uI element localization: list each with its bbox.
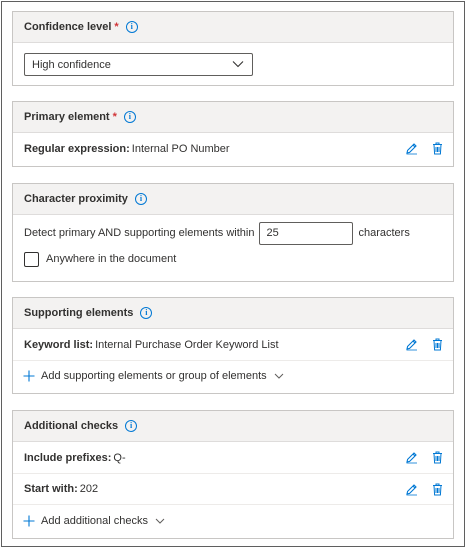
supporting-element-label: Keyword list: bbox=[24, 338, 94, 351]
proximity-characters-value: 25 bbox=[266, 227, 279, 239]
anywhere-in-document-label: Anywhere in the document bbox=[46, 253, 177, 265]
primary-element-title: Primary element bbox=[24, 111, 110, 123]
additional-check-row: Include prefixes: Q- bbox=[13, 442, 453, 473]
additional-check-value: Q- bbox=[113, 451, 126, 464]
character-proximity-card: Character proximity i Detect primary AND… bbox=[12, 183, 454, 282]
required-marker: * bbox=[114, 21, 119, 33]
proximity-characters-input[interactable]: 25 bbox=[259, 221, 354, 245]
anywhere-in-document-checkbox[interactable] bbox=[24, 251, 39, 267]
confidence-level-dropdown[interactable]: High confidence bbox=[24, 53, 253, 76]
info-icon[interactable]: i bbox=[134, 193, 147, 205]
additional-checks-title: Additional checks bbox=[24, 420, 119, 432]
proximity-text-after: characters bbox=[358, 227, 410, 239]
additional-check-label: Include prefixes: bbox=[24, 451, 112, 464]
primary-element-label: Regular expression: bbox=[24, 142, 130, 155]
edit-icon[interactable] bbox=[405, 338, 418, 351]
add-supporting-elements-button[interactable]: Add supporting elements or group of elem… bbox=[13, 360, 453, 391]
primary-element-header: Primary element * i bbox=[13, 102, 453, 133]
edit-icon[interactable] bbox=[405, 142, 418, 155]
primary-element-value: Internal PO Number bbox=[131, 142, 230, 155]
add-icon bbox=[23, 515, 35, 527]
chevron-down-icon bbox=[274, 373, 283, 379]
supporting-elements-card: Supporting elements i Keyword list: Inte… bbox=[12, 297, 454, 394]
additional-check-value: 202 bbox=[79, 483, 99, 495]
supporting-element-row: Keyword list: Internal Purchase Order Ke… bbox=[13, 329, 453, 360]
proximity-text-before: Detect primary AND supporting elements w… bbox=[24, 227, 255, 239]
delete-icon[interactable] bbox=[432, 483, 443, 496]
proximity-line: Detect primary AND supporting elements w… bbox=[13, 215, 453, 247]
info-icon[interactable]: i bbox=[125, 420, 138, 432]
confidence-level-title: Confidence level bbox=[24, 21, 112, 33]
additional-checks-header: Additional checks i bbox=[13, 411, 453, 442]
additional-check-label: Start with: bbox=[24, 483, 78, 495]
primary-element-card: Primary element * i Regular expression: … bbox=[12, 101, 454, 167]
additional-check-row: Start with: 202 bbox=[13, 473, 453, 504]
supporting-elements-title: Supporting elements bbox=[24, 307, 134, 319]
info-icon[interactable]: i bbox=[125, 21, 138, 33]
supporting-elements-header: Supporting elements i bbox=[13, 298, 453, 329]
character-proximity-title: Character proximity bbox=[24, 193, 128, 205]
confidence-level-card: Confidence level * i High confidence bbox=[12, 11, 454, 86]
add-additional-checks-label: Add additional checks bbox=[41, 515, 149, 527]
add-icon bbox=[23, 370, 35, 382]
primary-element-row: Regular expression: Internal PO Number bbox=[13, 133, 453, 164]
supporting-element-value: Internal Purchase Order Keyword List bbox=[95, 338, 279, 351]
chevron-down-icon bbox=[232, 61, 244, 68]
additional-checks-card: Additional checks i Include prefixes: Q-… bbox=[12, 410, 454, 539]
edit-icon[interactable] bbox=[405, 451, 418, 464]
delete-icon[interactable] bbox=[432, 338, 443, 351]
confidence-level-selected: High confidence bbox=[32, 58, 111, 71]
add-supporting-elements-label: Add supporting elements or group of elem… bbox=[41, 370, 267, 382]
delete-icon[interactable] bbox=[432, 451, 443, 464]
edit-icon[interactable] bbox=[405, 483, 418, 496]
info-icon[interactable]: i bbox=[123, 111, 136, 123]
delete-icon[interactable] bbox=[432, 142, 443, 155]
required-marker: * bbox=[112, 111, 117, 123]
chevron-down-icon bbox=[155, 518, 165, 524]
info-icon[interactable]: i bbox=[140, 307, 153, 319]
confidence-level-header: Confidence level * i bbox=[13, 12, 453, 43]
character-proximity-header: Character proximity i bbox=[13, 184, 453, 215]
anywhere-checkbox-line[interactable]: Anywhere in the document bbox=[13, 247, 453, 271]
add-additional-checks-button[interactable]: Add additional checks bbox=[13, 504, 453, 537]
